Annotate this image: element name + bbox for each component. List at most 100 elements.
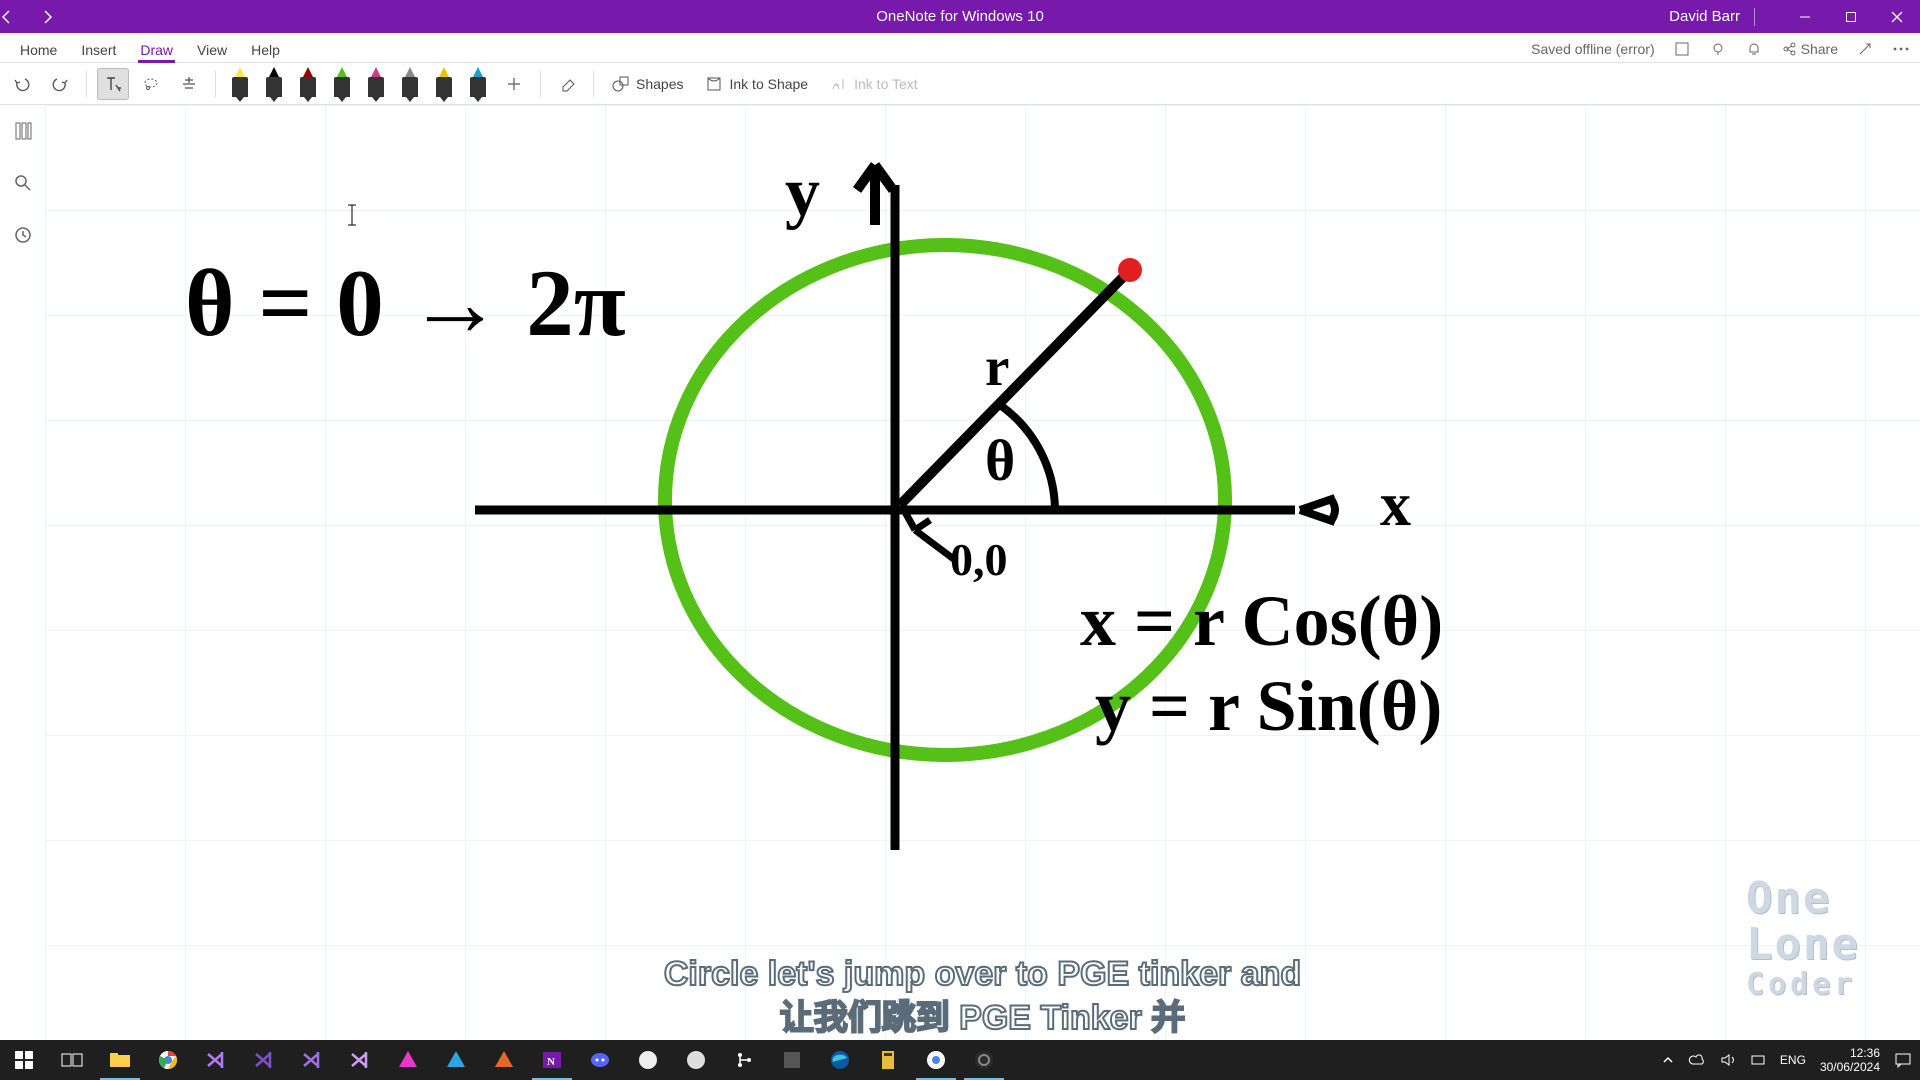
text-select-tool[interactable] (97, 68, 129, 100)
task-affinity-photo[interactable] (384, 1040, 432, 1080)
tray-notifications-icon[interactable] (1894, 1052, 1912, 1068)
pen-cyan[interactable] (464, 67, 492, 101)
maximize-button[interactable] (1828, 0, 1874, 33)
svg-text:N: N (547, 1056, 555, 1068)
task-affinity-designer[interactable] (432, 1040, 480, 1080)
r-label: r (985, 336, 1009, 397)
pen-black[interactable] (260, 67, 288, 101)
nav-back[interactable] (0, 10, 40, 24)
task-edge[interactable] (816, 1040, 864, 1080)
task-vs2019[interactable] (240, 1040, 288, 1080)
task-explorer[interactable] (96, 1040, 144, 1080)
lasso-tool[interactable] (135, 68, 167, 100)
tray-cloud-icon[interactable] (1688, 1053, 1706, 1067)
open-pane-icon[interactable] (1856, 40, 1874, 58)
ink-to-shape-label: Ink to Shape (729, 76, 808, 92)
pen-pink[interactable] (362, 67, 390, 101)
redo-button[interactable] (44, 68, 76, 100)
app-title: OneNote for Windows 10 (876, 8, 1044, 25)
task-affinity-pub[interactable] (480, 1040, 528, 1080)
task-vs-preview[interactable] (336, 1040, 384, 1080)
shapes-button[interactable]: Shapes (604, 68, 691, 100)
add-pen-button[interactable] (498, 68, 530, 100)
task-calc[interactable] (864, 1040, 912, 1080)
user-name[interactable]: David Barr (1669, 8, 1740, 25)
eq-x: x = r Cos(θ) (1080, 581, 1443, 661)
task-chrome-2[interactable] (912, 1040, 960, 1080)
task-obs[interactable] (960, 1040, 1008, 1080)
y-arrow (857, 165, 893, 225)
task-app-3[interactable] (768, 1040, 816, 1080)
system-tray[interactable]: ENG 12:36 30/06/2024 (1662, 1046, 1920, 1075)
title-bar: OneNote for Windows 10 David Barr (0, 0, 1920, 33)
notebooks-icon[interactable] (11, 119, 35, 143)
origin-arrowhead (905, 512, 930, 530)
menu-help[interactable]: Help (239, 36, 292, 62)
menu-insert[interactable]: Insert (69, 36, 128, 62)
separator (215, 71, 216, 97)
separator (593, 71, 594, 97)
sync-status: Saved offline (error) (1531, 41, 1654, 57)
task-chrome[interactable] (144, 1040, 192, 1080)
menu-home[interactable]: Home (8, 36, 69, 62)
search-icon[interactable] (11, 171, 35, 195)
tray-chevron-icon[interactable] (1662, 1054, 1674, 1066)
note-canvas[interactable]: θ = 0 → 2π y x r θ 0,0 x = r Cos(θ) y = … (45, 105, 1920, 1080)
pen-yellow[interactable] (430, 67, 458, 101)
more-icon[interactable] (1892, 40, 1910, 58)
ink-layer: θ = 0 → 2π y x r θ 0,0 x = r Cos(θ) y = … (45, 105, 1920, 1040)
ink-to-text-label: Ink to Text (854, 76, 918, 92)
separator (86, 71, 87, 97)
fullscreen-icon[interactable] (1673, 40, 1691, 58)
task-vs2022[interactable] (288, 1040, 336, 1080)
pen-green[interactable] (328, 67, 356, 101)
subtitle-overlay: Circle let's jump over to PGE tinker and… (664, 952, 1301, 1040)
tray-network-icon[interactable] (1750, 1053, 1766, 1067)
task-app-1[interactable] (624, 1040, 672, 1080)
nav-forward[interactable] (40, 10, 80, 24)
task-git[interactable] (720, 1040, 768, 1080)
recent-icon[interactable] (11, 223, 35, 247)
subtitle-zh: 让我们跳到 PGE Tinker 并 (664, 996, 1301, 1040)
start-button[interactable] (0, 1040, 48, 1080)
taskbar[interactable]: N ENG 12:36 30/06/2024 (0, 1040, 1920, 1080)
tray-clock[interactable]: 12:36 30/06/2024 (1820, 1046, 1880, 1075)
lightbulb-icon[interactable] (1709, 40, 1727, 58)
left-sidebar (0, 105, 45, 1080)
minimize-button[interactable] (1782, 0, 1828, 33)
separator (540, 71, 541, 97)
menu-draw[interactable]: Draw (128, 36, 185, 62)
close-button[interactable] (1874, 0, 1920, 33)
subtitle-en: Circle let's jump over to PGE tinker and (664, 952, 1301, 996)
tray-volume-icon[interactable] (1720, 1053, 1736, 1067)
task-view[interactable] (48, 1040, 96, 1080)
title-divider (1754, 8, 1755, 26)
share-button[interactable]: Share (1781, 41, 1838, 57)
theta-label: θ (985, 428, 1015, 493)
x-arrow (1300, 498, 1335, 522)
x-label: x (1380, 471, 1411, 539)
menu-bar: Home Insert Draw View Help Saved offline… (0, 33, 1920, 63)
pen-grey[interactable] (396, 67, 424, 101)
pen-yellow-highlighter[interactable] (226, 67, 254, 101)
task-app-2[interactable] (672, 1040, 720, 1080)
menu-view[interactable]: View (185, 36, 239, 62)
ink-to-text-button: Ink to Text (822, 68, 926, 100)
y-label: y (785, 154, 820, 231)
theta-range-text: θ = 0 → 2π (185, 250, 626, 356)
eraser-tool[interactable] (551, 68, 583, 100)
share-label: Share (1801, 41, 1838, 57)
pan-tool[interactable] (173, 68, 205, 100)
draw-toolbar: Shapes Ink to Shape Ink to Text (0, 63, 1920, 105)
tray-date: 30/06/2024 (1820, 1060, 1880, 1074)
undo-button[interactable] (6, 68, 38, 100)
tray-time: 12:36 (1850, 1046, 1880, 1060)
task-vs-dark[interactable] (192, 1040, 240, 1080)
ink-to-shape-button[interactable]: Ink to Shape (697, 68, 816, 100)
tray-lang[interactable]: ENG (1780, 1053, 1806, 1067)
bell-icon[interactable] (1745, 40, 1763, 58)
pen-darkred[interactable] (294, 67, 322, 101)
task-discord[interactable] (576, 1040, 624, 1080)
origin-arrow (915, 530, 955, 560)
task-onenote[interactable]: N (528, 1040, 576, 1080)
